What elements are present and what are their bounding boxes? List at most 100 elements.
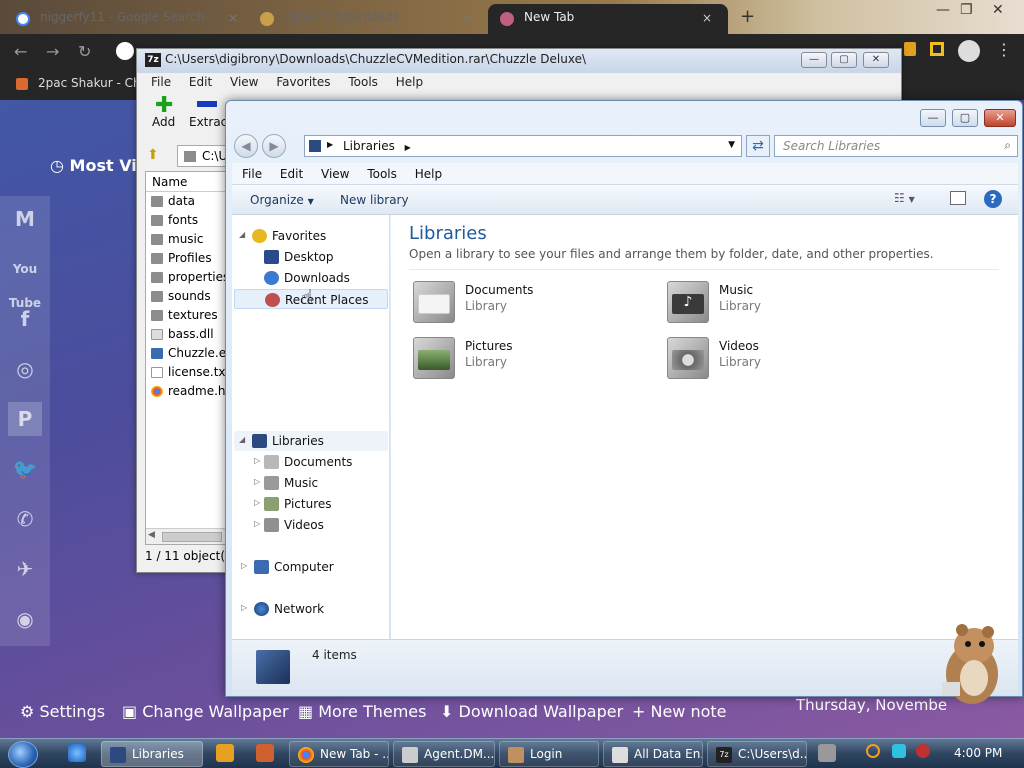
facebook-icon[interactable]: f xyxy=(8,302,42,336)
taskbar-button-new-tab[interactable]: New Tab - ... xyxy=(289,741,389,767)
maximize-icon[interactable]: ▢ xyxy=(952,109,978,127)
list-item[interactable]: Profiles xyxy=(146,249,226,268)
back-icon[interactable]: ← xyxy=(14,42,27,61)
close-icon[interactable]: ✕ xyxy=(984,109,1016,127)
tree-libraries[interactable]: ◢ Libraries xyxy=(239,434,324,448)
reddit-icon[interactable]: ◉ xyxy=(8,602,42,636)
list-item[interactable]: properties xyxy=(146,268,226,287)
forward-icon[interactable]: → xyxy=(46,42,59,61)
menu-help[interactable]: Help xyxy=(415,167,442,181)
list-item[interactable]: fonts xyxy=(146,211,226,230)
extract-icon[interactable] xyxy=(197,101,217,107)
menu-favorites[interactable]: Favorites xyxy=(276,75,330,89)
breadcrumb-libraries[interactable]: Libraries xyxy=(343,139,395,153)
help-icon[interactable]: ? xyxy=(984,190,1002,208)
tree-computer[interactable]: ▷ Computer xyxy=(241,560,334,574)
menu-help[interactable]: Help xyxy=(396,75,423,89)
expand-icon[interactable]: ▷ xyxy=(254,477,260,486)
settings-link[interactable]: ⚙ Settings xyxy=(20,702,105,721)
column-name-header[interactable]: Name xyxy=(146,172,226,192)
menu-tools[interactable]: Tools xyxy=(348,75,378,89)
new-tab-button[interactable]: + xyxy=(740,6,755,27)
expand-icon[interactable]: ▷ xyxy=(254,519,260,528)
expand-icon[interactable]: ▷ xyxy=(254,498,260,507)
close-icon[interactable]: ✕ xyxy=(863,52,889,68)
new-library-button[interactable]: New library xyxy=(340,193,409,207)
extension-icon[interactable] xyxy=(904,42,916,56)
list-item[interactable]: music xyxy=(146,230,226,249)
menu-view[interactable]: View xyxy=(321,167,349,181)
search-icon[interactable] xyxy=(866,744,880,758)
restore-icon[interactable]: ❐ xyxy=(960,2,973,18)
view-options-icon[interactable]: ☷ ▼ xyxy=(894,191,915,205)
download-wallpaper-link[interactable]: ⬇ Download Wallpaper xyxy=(440,702,623,721)
refresh-icon[interactable]: ⇄ xyxy=(746,135,770,157)
start-button[interactable] xyxy=(8,741,38,768)
library-pictures[interactable]: Pictures Library xyxy=(413,337,653,385)
reload-icon[interactable]: ↻ xyxy=(78,42,91,61)
tab-downloads[interactable]: cdn8u's downloads × xyxy=(248,4,488,34)
minimize-icon[interactable]: — xyxy=(920,109,946,127)
change-wallpaper-link[interactable]: ▣ Change Wallpaper xyxy=(122,702,289,721)
taskbar-button-all-data[interactable]: All Data En... xyxy=(603,741,703,767)
menu-file[interactable]: File xyxy=(151,75,171,89)
horizontal-scrollbar[interactable]: ◀ xyxy=(146,528,226,544)
tab-close-icon[interactable]: × xyxy=(228,11,238,25)
tray-icon[interactable] xyxy=(892,744,906,758)
taskbar-button-7zip[interactable]: 7z C:\Users\d... xyxy=(707,741,807,767)
list-item[interactable]: Chuzzle.exe xyxy=(146,344,226,363)
tab-google-search[interactable]: niggerfy11 - Google Search × xyxy=(4,4,248,34)
back-icon[interactable]: ◀ xyxy=(234,134,258,158)
whatsapp-icon[interactable]: ✆ xyxy=(8,502,42,536)
minimize-icon[interactable]: — xyxy=(801,52,827,68)
menu-file[interactable]: File xyxy=(242,167,262,181)
list-item[interactable]: textures xyxy=(146,306,226,325)
tree-videos[interactable]: ▷ Videos xyxy=(254,518,324,532)
maximize-icon[interactable]: ▢ xyxy=(831,52,857,68)
scrollbar-thumb[interactable] xyxy=(162,532,222,542)
scroll-left-icon[interactable]: ◀ xyxy=(148,530,155,540)
menu-tools[interactable]: Tools xyxy=(367,167,397,181)
menu-edit[interactable]: Edit xyxy=(189,75,212,89)
library-videos[interactable]: Videos Library xyxy=(667,337,907,385)
avatar[interactable] xyxy=(958,40,980,62)
ie-icon[interactable] xyxy=(68,744,86,762)
tree-pictures[interactable]: ▷ Pictures xyxy=(254,497,332,511)
breadcrumb[interactable]: ▶ Libraries ▶ ▼ xyxy=(304,135,742,157)
chevron-right-icon[interactable]: ▶ xyxy=(327,140,333,149)
expand-icon[interactable]: ▷ xyxy=(241,561,247,570)
chevron-right-icon[interactable]: ▶ xyxy=(405,143,411,152)
taskbar-button-login[interactable]: Login xyxy=(499,741,599,767)
expand-icon[interactable]: ◢ xyxy=(239,230,245,239)
app-icon[interactable] xyxy=(256,744,274,762)
list-item[interactable]: readme.htm xyxy=(146,382,226,401)
library-music[interactable]: ♪ Music Library xyxy=(667,281,907,329)
tab-close-icon[interactable]: × xyxy=(702,11,712,25)
tab-close-icon[interactable]: × xyxy=(462,11,472,25)
chevron-down-icon[interactable]: ▼ xyxy=(728,140,735,150)
expand-icon[interactable]: ◢ xyxy=(239,435,245,444)
list-item[interactable]: sounds xyxy=(146,287,226,306)
list-item[interactable]: bass.dll xyxy=(146,325,226,344)
telegram-icon[interactable]: ✈ xyxy=(8,552,42,586)
twitter-icon[interactable]: 🐦 xyxy=(8,452,42,486)
tree-music[interactable]: ▷ Music xyxy=(254,476,318,490)
youtube-icon[interactable]: You Tube xyxy=(0,252,50,310)
add-button[interactable]: Add xyxy=(152,115,175,129)
tree-favorites[interactable]: ◢ Favorites xyxy=(239,229,326,243)
list-item[interactable]: license.txt xyxy=(146,363,226,382)
instagram-icon[interactable]: ◎ xyxy=(8,352,42,386)
close-icon[interactable]: ✕ xyxy=(992,2,1004,18)
organize-button[interactable]: Organize ▼ xyxy=(250,193,314,207)
media-player-icon[interactable] xyxy=(216,744,234,762)
forward-icon[interactable]: ▶ xyxy=(262,134,286,158)
7zip-address[interactable]: C:\U xyxy=(177,145,227,167)
tray-icon[interactable] xyxy=(916,744,930,758)
menu-view[interactable]: View xyxy=(230,75,258,89)
list-item[interactable]: data xyxy=(146,192,226,211)
more-themes-link[interactable]: ▦ More Themes xyxy=(298,702,426,721)
search-input[interactable]: Search Libraries ⌕ xyxy=(774,135,1018,157)
taskbar-button-agent[interactable]: Agent.DM... xyxy=(393,741,495,767)
search-icon[interactable]: ⌕ xyxy=(1004,138,1011,153)
up-folder-icon[interactable]: ⬆ xyxy=(147,147,159,163)
